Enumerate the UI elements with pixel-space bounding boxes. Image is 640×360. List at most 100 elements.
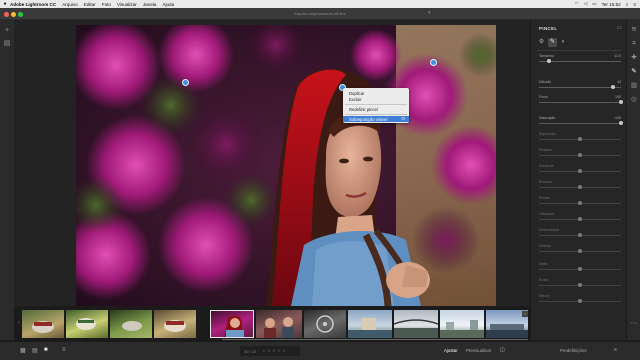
menu-janela[interactable]: Janela	[143, 2, 157, 7]
menu-ajuda[interactable]: Ajuda	[162, 2, 174, 7]
wifi-icon[interactable]: ◠	[575, 1, 579, 7]
thumbnail-image	[224, 315, 244, 338]
lightroom-window: ● Adobe Lightroom CC Arquivo Editar Foto…	[0, 0, 640, 360]
brush-erase-icon[interactable]: ◐	[559, 38, 568, 47]
thumbnail[interactable]	[440, 310, 484, 338]
slider-knob[interactable]	[578, 201, 582, 206]
brush-settings-icon[interactable]: ⚙	[537, 38, 546, 47]
menu-editar[interactable]: Editar	[84, 2, 96, 7]
slider-knob[interactable]	[578, 137, 582, 142]
edit-panel-icon[interactable]: ≋	[630, 26, 638, 34]
thumbnail[interactable]	[22, 310, 64, 338]
photo-count: 20 / 22	[244, 348, 257, 354]
brush-add-icon[interactable]: ✎	[548, 38, 557, 47]
slider-label: Vinheta	[539, 244, 552, 248]
slider-knob[interactable]	[578, 249, 582, 254]
thumbnail-image	[348, 318, 392, 338]
spotlight-icon[interactable]: ⌕	[626, 2, 629, 7]
menu-visualizar[interactable]: Visualizar	[117, 2, 137, 7]
edit-tool-rail: ≋ ⌗ ✚ ✎ ▥ ◎ ⋯	[626, 20, 640, 340]
filmstrip-next-icon[interactable]: ›	[522, 311, 528, 317]
thumbnail-image	[440, 320, 484, 338]
slider-label: Pretos	[539, 196, 550, 200]
brush-tool-icon[interactable]: ✎	[630, 68, 638, 76]
menu-item-reset-brush[interactable]: Redefinir pincel	[349, 107, 378, 112]
library-icon[interactable]: ▤	[3, 40, 11, 48]
window-title: Arquivo originalmente off-line	[294, 11, 346, 16]
thumbnail-image	[164, 320, 186, 332]
menu-foto[interactable]: Foto	[102, 2, 111, 7]
menu-bar: ● Adobe Lightroom CC Arquivo Editar Foto…	[0, 0, 640, 8]
menu-item-duplicate[interactable]: Duplicar	[349, 91, 364, 96]
thumbnail[interactable]	[304, 310, 346, 338]
linear-gradient-icon[interactable]: ▥	[630, 82, 638, 90]
filmstrip-scrollbar[interactable]	[222, 339, 528, 340]
single-photo-icon[interactable]: ■	[44, 347, 48, 353]
slider-value[interactable]: 100	[601, 95, 621, 99]
thumbnail-selected[interactable]	[210, 310, 254, 338]
thumbnail-image	[76, 318, 96, 330]
slider-knob[interactable]	[578, 267, 582, 272]
slider-label: Exposição	[539, 132, 556, 136]
thumbnail[interactable]	[348, 310, 392, 338]
slider-knob[interactable]	[578, 153, 582, 158]
menu-status-area: ◠ ◁ ▭ Ter 15:52 ⌕ ≡	[575, 1, 640, 7]
brush-pin-3[interactable]	[430, 59, 437, 66]
menu-item-delete[interactable]: Excluir	[349, 97, 362, 102]
panel-close-icon[interactable]: ▭	[617, 25, 622, 31]
brush-pin-1[interactable]	[182, 79, 189, 86]
volume-icon[interactable]: ◁	[584, 1, 588, 7]
sort-icon[interactable]: ≡	[62, 347, 66, 353]
slider-value[interactable]: 44	[601, 80, 621, 84]
crop-icon[interactable]: ⌗	[630, 40, 638, 48]
battery-icon[interactable]: ▭	[592, 1, 596, 7]
slider-knob[interactable]	[619, 100, 623, 105]
star-rating[interactable]: ☆☆☆☆☆	[262, 348, 287, 354]
slider-track[interactable]	[539, 102, 621, 103]
menu-list-icon[interactable]: ≡	[633, 2, 636, 7]
presets-list-icon[interactable]: ≡	[614, 347, 617, 353]
grid-icon[interactable]: ▤	[32, 347, 38, 354]
slider-track[interactable]	[539, 87, 621, 88]
radial-gradient-icon[interactable]: ◎	[630, 96, 638, 104]
edited-photo[interactable]	[76, 25, 496, 306]
slider-knob[interactable]	[578, 217, 582, 222]
compare-icon[interactable]: ◫	[500, 347, 505, 353]
slider-track[interactable]	[539, 61, 621, 62]
slider-label: Fluxo	[539, 95, 548, 99]
left-rail: + ▤	[0, 20, 14, 340]
add-photos-icon[interactable]: +	[3, 27, 11, 35]
thumbnail[interactable]	[110, 310, 152, 338]
menu-app-name[interactable]: Adobe Lightroom CC	[10, 2, 56, 7]
slider-knob[interactable]	[578, 299, 582, 304]
menu-clock[interactable]: Ter 15:52	[602, 2, 621, 7]
slider-knob[interactable]	[619, 121, 623, 126]
thumbnail[interactable]	[256, 310, 302, 338]
slider-knob[interactable]	[578, 169, 582, 174]
square-grid-icon[interactable]: ▦	[20, 347, 26, 354]
slider-knob[interactable]	[578, 233, 582, 238]
thumbnail[interactable]	[394, 310, 438, 338]
brush-panel: PINCEL ▭ ⚙ ✎ ◐ Tamanho 11.0 Difusão 44 Fluxo…	[530, 20, 626, 340]
presets-tab[interactable]: Predefinições	[560, 348, 587, 353]
slider-knob[interactable]	[578, 283, 582, 288]
filter-icon[interactable]: ▾	[428, 10, 431, 16]
slider-value[interactable]: -100	[601, 116, 621, 120]
slider-label: Saturação	[539, 116, 556, 120]
slider-track[interactable]	[539, 123, 621, 124]
adjust-tab[interactable]: Ajustar	[444, 348, 458, 353]
filmstrip-prev-icon[interactable]: ‹	[18, 320, 20, 326]
slider-knob[interactable]	[610, 85, 615, 90]
preview-tab[interactable]: Previsualizar	[466, 348, 491, 353]
apple-icon[interactable]: ●	[0, 1, 10, 7]
menu-item-show-overlay[interactable]: Sobreposição visível O	[343, 116, 409, 122]
thumbnail[interactable]	[66, 310, 108, 338]
menu-arquivo[interactable]: Arquivo	[62, 2, 78, 7]
slider-knob[interactable]	[578, 185, 582, 190]
thumbnail[interactable]	[154, 310, 196, 338]
slider-knob[interactable]	[546, 59, 551, 64]
healing-icon[interactable]: ✚	[630, 54, 638, 62]
more-options-icon[interactable]: ⋯	[630, 320, 638, 328]
slider-label: Ruído	[539, 278, 549, 282]
slider-value[interactable]: 11.0	[601, 54, 621, 58]
